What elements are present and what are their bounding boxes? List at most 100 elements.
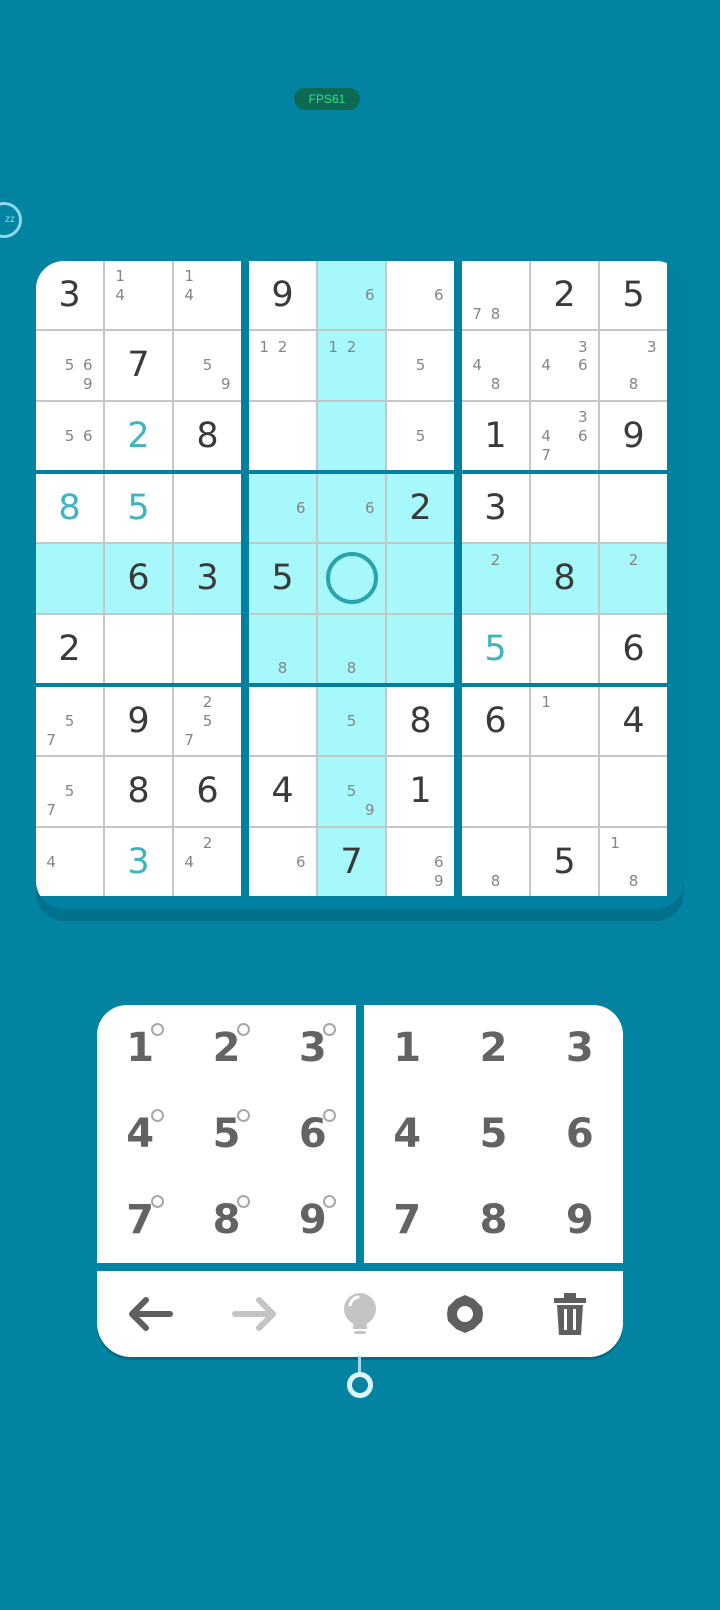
board-cell[interactable]: 57 bbox=[36, 687, 103, 756]
board-cell[interactable]: 8 bbox=[531, 544, 598, 613]
board-cell[interactable] bbox=[531, 757, 598, 826]
board-cell[interactable]: 6 bbox=[249, 827, 316, 896]
board-cell[interactable]: 12 bbox=[318, 331, 385, 400]
board-cell[interactable]: 9 bbox=[249, 261, 316, 330]
board-cell[interactable]: 8 bbox=[462, 827, 529, 896]
note-key-9[interactable]: 9 bbox=[270, 1177, 356, 1263]
number-key-4[interactable]: 4 bbox=[364, 1091, 450, 1177]
board-cell[interactable]: 5 bbox=[462, 614, 529, 683]
board-cell[interactable]: 8 bbox=[318, 614, 385, 683]
board-cell[interactable]: 5 bbox=[105, 474, 172, 543]
board-cell[interactable]: 14 bbox=[174, 261, 241, 330]
board-cell[interactable]: 9 bbox=[600, 401, 667, 470]
board-cell[interactable]: 5 bbox=[600, 261, 667, 330]
board-cell[interactable]: 9 bbox=[105, 687, 172, 756]
board-cell[interactable]: 8 bbox=[249, 614, 316, 683]
board-cell[interactable]: 5 bbox=[387, 331, 454, 400]
board-cell[interactable]: 1 bbox=[531, 687, 598, 756]
delete-button[interactable] bbox=[540, 1284, 600, 1344]
board-cell[interactable] bbox=[105, 614, 172, 683]
board-cell[interactable] bbox=[36, 544, 103, 613]
board-cell[interactable] bbox=[387, 614, 454, 683]
board-cell[interactable]: 57 bbox=[36, 757, 103, 826]
board-cell[interactable]: 6 bbox=[105, 544, 172, 613]
note-key-3[interactable]: 3 bbox=[270, 1005, 356, 1091]
board-cell[interactable]: 2 bbox=[600, 544, 667, 613]
board-cell[interactable]: 4 bbox=[600, 687, 667, 756]
board-cell[interactable]: 6 bbox=[318, 261, 385, 330]
board-cell[interactable]: 24 bbox=[174, 827, 241, 896]
board-cell[interactable] bbox=[174, 474, 241, 543]
board-cell[interactable]: 78 bbox=[462, 261, 529, 330]
board-cell[interactable]: 8 bbox=[105, 757, 172, 826]
redo-button[interactable] bbox=[225, 1284, 285, 1344]
board-cell[interactable]: 18 bbox=[600, 827, 667, 896]
board-cell[interactable]: 5 bbox=[387, 401, 454, 470]
note-key-6[interactable]: 6 bbox=[270, 1091, 356, 1177]
board-cell[interactable]: 12 bbox=[249, 331, 316, 400]
board-cell[interactable]: 6 bbox=[387, 261, 454, 330]
board-cell[interactable]: 3 bbox=[174, 544, 241, 613]
board-cell[interactable]: 59 bbox=[318, 757, 385, 826]
board-cell[interactable]: 2 bbox=[462, 544, 529, 613]
board-cell[interactable]: 56 bbox=[36, 401, 103, 470]
board-cell[interactable] bbox=[249, 401, 316, 470]
board-cell[interactable] bbox=[531, 614, 598, 683]
board-cell[interactable]: 1 bbox=[387, 757, 454, 826]
board-cell[interactable]: 7 bbox=[105, 331, 172, 400]
number-key-5[interactable]: 5 bbox=[450, 1091, 536, 1177]
board-cell[interactable]: 8 bbox=[387, 687, 454, 756]
board-cell[interactable]: 6 bbox=[600, 614, 667, 683]
board-cell[interactable]: 3 4 6 bbox=[531, 331, 598, 400]
board-cell[interactable]: 38 bbox=[600, 331, 667, 400]
board-cell[interactable] bbox=[318, 544, 385, 613]
board-cell[interactable]: 4 bbox=[249, 757, 316, 826]
board-cell[interactable]: 3 4 6 7 bbox=[531, 401, 598, 470]
drawer-handle[interactable] bbox=[347, 1372, 373, 1398]
board-cell[interactable] bbox=[600, 757, 667, 826]
board-cell[interactable]: 3 bbox=[462, 474, 529, 543]
number-key-2[interactable]: 2 bbox=[450, 1005, 536, 1091]
sleep-icon[interactable]: zz bbox=[0, 202, 22, 238]
number-key-6[interactable]: 6 bbox=[537, 1091, 623, 1177]
board-cell[interactable]: 1 bbox=[462, 401, 529, 470]
board-cell[interactable]: 4 bbox=[36, 827, 103, 896]
undo-button[interactable] bbox=[120, 1284, 180, 1344]
hint-button[interactable] bbox=[330, 1284, 390, 1344]
number-key-1[interactable]: 1 bbox=[364, 1005, 450, 1091]
board-cell[interactable] bbox=[318, 401, 385, 470]
board-cell[interactable] bbox=[174, 614, 241, 683]
note-key-7[interactable]: 7 bbox=[97, 1177, 183, 1263]
board-cell[interactable]: 69 bbox=[387, 827, 454, 896]
board-cell[interactable]: 5 bbox=[531, 827, 598, 896]
board-cell[interactable]: 257 bbox=[174, 687, 241, 756]
board-cell[interactable]: 6 bbox=[174, 757, 241, 826]
board-cell[interactable]: 6 bbox=[462, 687, 529, 756]
board-cell[interactable]: 8 bbox=[36, 474, 103, 543]
board-cell[interactable]: 5 bbox=[249, 544, 316, 613]
note-key-4[interactable]: 4 bbox=[97, 1091, 183, 1177]
settings-button[interactable] bbox=[435, 1284, 495, 1344]
board-cell[interactable]: 3 bbox=[105, 827, 172, 896]
number-key-9[interactable]: 9 bbox=[537, 1177, 623, 1263]
board-cell[interactable] bbox=[600, 474, 667, 543]
board-cell[interactable]: 8 bbox=[174, 401, 241, 470]
board-cell[interactable]: 6 bbox=[249, 474, 316, 543]
board-cell[interactable]: 6 bbox=[318, 474, 385, 543]
board-cell[interactable]: 7 bbox=[318, 827, 385, 896]
board-cell[interactable] bbox=[249, 687, 316, 756]
board-cell[interactable]: 2 bbox=[387, 474, 454, 543]
note-key-8[interactable]: 8 bbox=[183, 1177, 269, 1263]
board-cell[interactable]: 569 bbox=[36, 331, 103, 400]
number-key-8[interactable]: 8 bbox=[450, 1177, 536, 1263]
number-key-7[interactable]: 7 bbox=[364, 1177, 450, 1263]
note-key-1[interactable]: 1 bbox=[97, 1005, 183, 1091]
board-cell[interactable]: 2 bbox=[36, 614, 103, 683]
note-key-5[interactable]: 5 bbox=[183, 1091, 269, 1177]
board-cell[interactable] bbox=[387, 544, 454, 613]
board-cell[interactable]: 3 bbox=[36, 261, 103, 330]
board-cell[interactable]: 14 bbox=[105, 261, 172, 330]
board-cell[interactable]: 5 bbox=[318, 687, 385, 756]
board-cell[interactable]: 2 bbox=[531, 261, 598, 330]
board-cell[interactable]: 2 bbox=[105, 401, 172, 470]
